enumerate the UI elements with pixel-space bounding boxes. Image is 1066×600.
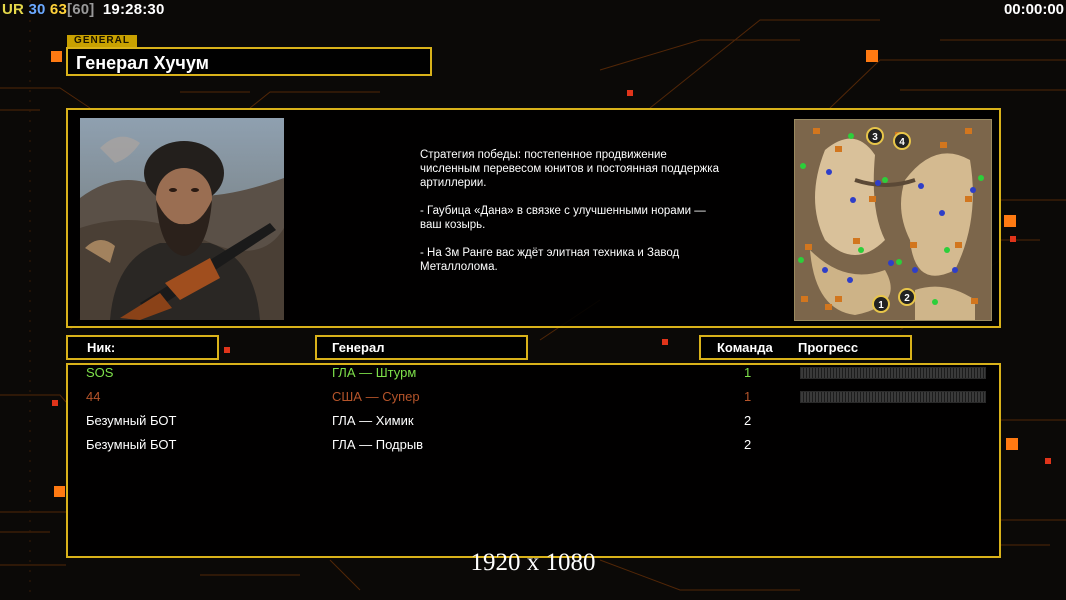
decor-square — [627, 90, 633, 96]
player-progress-bar — [800, 367, 986, 379]
hud-fps-cap: [60] — [67, 1, 95, 18]
start-position-label: 2 — [904, 293, 910, 304]
decor-square — [54, 486, 65, 497]
decor-square — [51, 51, 62, 62]
decor-square — [1045, 458, 1051, 464]
player-general[interactable]: ГЛА — Химик — [332, 411, 414, 431]
decor-square — [1004, 215, 1016, 227]
description-line: - Гаубица «Дана» в связке с улучшенными … — [420, 205, 706, 231]
description-line: Стратегия победы: постепенное продвижени… — [420, 149, 719, 189]
general-description: Стратегия победы: постепенное продвижени… — [420, 148, 720, 274]
player-general[interactable]: США — Супер — [332, 387, 420, 407]
general-title: Генерал Хучум — [66, 47, 432, 76]
description-line: - На 3м Ранге вас ждёт элитная техника и… — [420, 247, 680, 273]
start-position-label: 3 — [872, 132, 878, 143]
player-nick: Безумный БОТ — [86, 413, 177, 428]
decor-square — [1010, 236, 1016, 242]
column-header-general: Генерал — [315, 335, 528, 360]
column-header-progress: Прогресс — [798, 340, 859, 355]
player-team[interactable]: 1 — [744, 363, 751, 383]
map-preview[interactable]: 3 4 1 2 — [794, 119, 992, 321]
column-header-team-progress: Команда Прогресс — [699, 335, 912, 360]
general-tag: GENERAL — [67, 35, 137, 47]
player-team[interactable]: 2 — [744, 411, 751, 431]
decor-square — [662, 339, 668, 345]
player-team[interactable]: 1 — [744, 387, 751, 407]
column-header-nick: Ник: — [66, 335, 219, 360]
decor-square — [224, 347, 230, 353]
general-portrait — [80, 118, 284, 320]
player-row[interactable]: 44 США — Супер 1 — [0, 387, 1066, 407]
player-team[interactable]: 2 — [744, 435, 751, 455]
hud-ur: UR — [2, 1, 25, 18]
resolution-label: 1920 x 1080 — [470, 549, 596, 576]
hud-clock: 19:28:30 — [102, 1, 165, 18]
player-row[interactable]: SOS ГЛА — Штурм 1 — [0, 363, 1066, 383]
player-general[interactable]: ГЛА — Подрыв — [332, 435, 423, 455]
game-timer: 00:00:00 — [1003, 1, 1064, 18]
hud-fps: 63 — [49, 1, 68, 18]
hud-ping: 30 — [28, 1, 46, 18]
hud-stats: UR 30 63[60] 19:28:30 — [2, 1, 165, 18]
player-nick: SOS — [86, 365, 114, 380]
player-progress-bar — [800, 391, 986, 403]
player-nick: Безумный БОТ — [86, 437, 177, 452]
start-position-label: 4 — [899, 137, 905, 148]
column-header-team: Команда — [717, 340, 773, 355]
player-general[interactable]: ГЛА — Штурм — [332, 363, 416, 383]
player-row[interactable]: Безумный БОТ ГЛА — Подрыв 2 — [0, 435, 1066, 455]
player-row[interactable]: Безумный БОТ ГЛА — Химик 2 — [0, 411, 1066, 431]
start-position-label: 1 — [878, 300, 884, 311]
decor-square — [866, 50, 878, 62]
player-nick: 44 — [86, 389, 101, 404]
